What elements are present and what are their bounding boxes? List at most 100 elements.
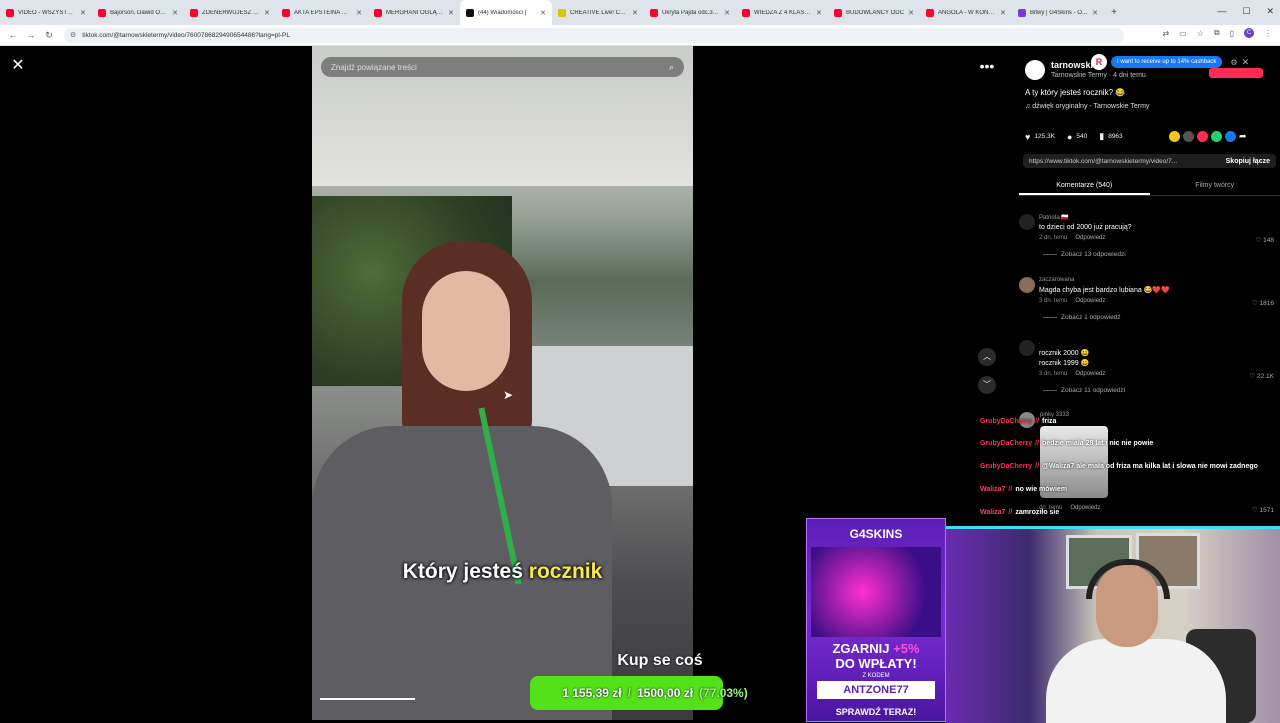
- reload-icon[interactable]: ↻: [44, 30, 54, 41]
- comment-line: rocznik 2000 😀: [1039, 350, 1089, 357]
- back-icon[interactable]: ←: [8, 30, 18, 40]
- translate-icon[interactable]: ⇄: [1162, 29, 1169, 38]
- bookmark-star-icon[interactable]: ☆: [1197, 29, 1204, 38]
- tab-close-icon[interactable]: ✕: [264, 9, 270, 17]
- comment-likes[interactable]: ♡ 22.1K: [1249, 372, 1274, 380]
- cashback-popup[interactable]: R I want to receive up to 14% cashback ⚙…: [1091, 54, 1271, 70]
- heart-outline-icon: ♡: [1252, 300, 1260, 307]
- tab-close-icon[interactable]: ✕: [172, 9, 178, 17]
- ad-code: ANTZONE77: [817, 681, 935, 699]
- browser-tab[interactable]: CREATIVE Live! Cam Sy✕: [552, 0, 644, 25]
- reply-button[interactable]: Odpowiedz: [1075, 371, 1105, 377]
- chat-message: Waliza7//zamroziło sie: [980, 509, 1059, 516]
- new-tab-button[interactable]: +: [1104, 7, 1124, 18]
- gear-icon[interactable]: ⚙: [1230, 58, 1237, 67]
- tab-close-icon[interactable]: ✕: [816, 9, 822, 17]
- embed-icon[interactable]: [1183, 131, 1194, 142]
- save-button[interactable]: ▮8963: [1099, 131, 1122, 142]
- copy-link-row: https://www.tiktok.com/@tarnowskietermy/…: [1023, 154, 1276, 168]
- tab-comments[interactable]: Komentarze (540): [1019, 177, 1150, 195]
- tab-close-icon[interactable]: ✕: [724, 9, 730, 17]
- browser-tab[interactable]: ANGOLA - W KOŃCU✕: [920, 0, 1012, 25]
- music-link[interactable]: ♫ dźwięk oryginalny - Tarnowskie Termy: [1025, 103, 1149, 110]
- search-icon[interactable]: ⌕: [669, 62, 674, 73]
- tab-close-icon[interactable]: ✕: [448, 9, 454, 17]
- menu-icon[interactable]: ⋮: [1264, 29, 1272, 38]
- copy-link-button[interactable]: Skopiuj łącze: [1226, 158, 1270, 165]
- video-progress-bar[interactable]: [320, 698, 415, 700]
- g4skins-ad-banner[interactable]: G4SKINS ZGARNIJ +5% DO WPŁATY! Z KODEM A…: [806, 518, 946, 722]
- close-popup-icon[interactable]: ✕: [1242, 57, 1250, 68]
- browser-tab[interactable]: AKTA EPSTEINA WSTR✕: [276, 0, 368, 25]
- comment-avatar[interactable]: [1019, 214, 1035, 230]
- browser-tab[interactable]: Ukryta Pajda odc.3 - Yo✕: [644, 0, 736, 25]
- comment-likes[interactable]: ♡ 1816: [1252, 299, 1274, 307]
- chat-username: GrubyDaCherry: [980, 418, 1032, 425]
- ad-artwork: [811, 547, 941, 637]
- comment-line: rocznik 1999 😀: [1039, 360, 1089, 367]
- chat-text: friza: [1042, 418, 1056, 425]
- tab-close-icon[interactable]: ✕: [908, 9, 914, 17]
- more-options-icon[interactable]: •••: [977, 58, 997, 74]
- tab-favicon-icon: [98, 9, 106, 17]
- next-video-icon[interactable]: ﹀: [978, 376, 996, 394]
- minimize-icon[interactable]: —: [1217, 6, 1226, 17]
- reply-button[interactable]: Odpowiedz: [1075, 235, 1105, 241]
- share-friends-icon[interactable]: [1169, 131, 1180, 142]
- view-replies[interactable]: Zobacz 11 odpowiedzi: [1043, 387, 1125, 394]
- facebook-icon[interactable]: [1225, 131, 1236, 142]
- view-replies[interactable]: Zobacz 1 odpowiedź: [1043, 314, 1121, 321]
- related-search-input[interactable]: Znajdź powiązane treści ⌕: [321, 57, 684, 77]
- comment-avatar[interactable]: [1019, 340, 1035, 356]
- sidepanel-icon[interactable]: ▯: [1230, 29, 1234, 38]
- tab-close-icon[interactable]: ✕: [632, 9, 638, 17]
- comment-time: 3 dn. temu: [1039, 298, 1067, 304]
- close-window-icon[interactable]: ✕: [1266, 6, 1274, 17]
- chat-text: bedzie miala 28 lat i nic nie powie: [1042, 440, 1153, 447]
- comment-likes[interactable]: ♡ 148: [1256, 236, 1275, 244]
- browser-tab[interactable]: (44) Wiadomości |✕: [460, 0, 552, 25]
- cashback-button[interactable]: I want to receive up to 14% cashback: [1111, 56, 1222, 68]
- author-avatar[interactable]: [1025, 60, 1045, 80]
- browser-tab[interactable]: Bitwy | G4Skins - Ohm✕: [1012, 0, 1104, 25]
- tab-close-icon[interactable]: ✕: [540, 9, 546, 17]
- tab-close-icon[interactable]: ✕: [356, 9, 362, 17]
- close-icon[interactable]: ✕: [9, 57, 27, 75]
- comment-user[interactable]: .: [1039, 340, 1041, 346]
- tab-favicon-icon: [742, 9, 750, 17]
- chat-message: GrubyDaCherry//@Waliza7 ale mała od friz…: [980, 463, 1258, 470]
- comment-user[interactable]: Patriota 🇵🇱: [1039, 214, 1069, 221]
- reply-button[interactable]: Odpowiedz: [1075, 298, 1105, 304]
- browser-tab[interactable]: WIEDZA Z 4 KLASY VS✕: [736, 0, 828, 25]
- browser-tab[interactable]: ZDENERWUJESZ ROBI✕: [184, 0, 276, 25]
- tab-close-icon[interactable]: ✕: [1000, 9, 1006, 17]
- like-button[interactable]: ♥125.3K: [1025, 132, 1055, 142]
- browser-tab[interactable]: VIDEO - WSZYSTKO JE✕: [0, 0, 92, 25]
- previous-video-icon[interactable]: ︿: [978, 348, 996, 366]
- browser-tab[interactable]: MERGHANI OGLĄDA✕: [368, 0, 460, 25]
- tab-creator-videos[interactable]: Filmy twórcy: [1150, 177, 1280, 195]
- site-info-icon[interactable]: ⚙: [70, 31, 76, 39]
- tab-close-icon[interactable]: ✕: [80, 9, 86, 17]
- url-field[interactable]: ⚙ tiktok.com/@tarnowskietermy/video/7600…: [64, 28, 1124, 43]
- browser-tab[interactable]: Bajorson, Dawid Obser✕: [92, 0, 184, 25]
- send-icon[interactable]: [1197, 131, 1208, 142]
- video-player[interactable]: [312, 46, 693, 720]
- view-replies[interactable]: Zobacz 13 odpowiedzi: [1043, 251, 1126, 258]
- comment-button[interactable]: ●540: [1067, 132, 1087, 142]
- chat-badge: //: [1035, 463, 1039, 470]
- comment-user[interactable]: zaczarowana: [1039, 277, 1074, 283]
- whatsapp-icon[interactable]: [1211, 131, 1222, 142]
- comment-avatar[interactable]: [1019, 277, 1035, 293]
- share-more-icon[interactable]: ➦: [1239, 131, 1251, 142]
- forward-icon[interactable]: →: [26, 30, 36, 40]
- tab-close-icon[interactable]: ✕: [1092, 9, 1098, 17]
- profile-avatar[interactable]: C: [1244, 28, 1254, 38]
- author-name[interactable]: tarnowski: [1051, 60, 1093, 70]
- extensions-icon[interactable]: ⧉: [1214, 28, 1220, 38]
- browser-tab[interactable]: BUDOWLANCY ODC✕: [828, 0, 920, 25]
- cast-icon[interactable]: ▭: [1179, 29, 1187, 38]
- maximize-icon[interactable]: ☐: [1242, 6, 1250, 17]
- ad-cta[interactable]: SPRAWDŹ TERAZ!: [807, 707, 945, 717]
- comment-meta: 3 dn. temu Odpowiedz: [1039, 298, 1105, 304]
